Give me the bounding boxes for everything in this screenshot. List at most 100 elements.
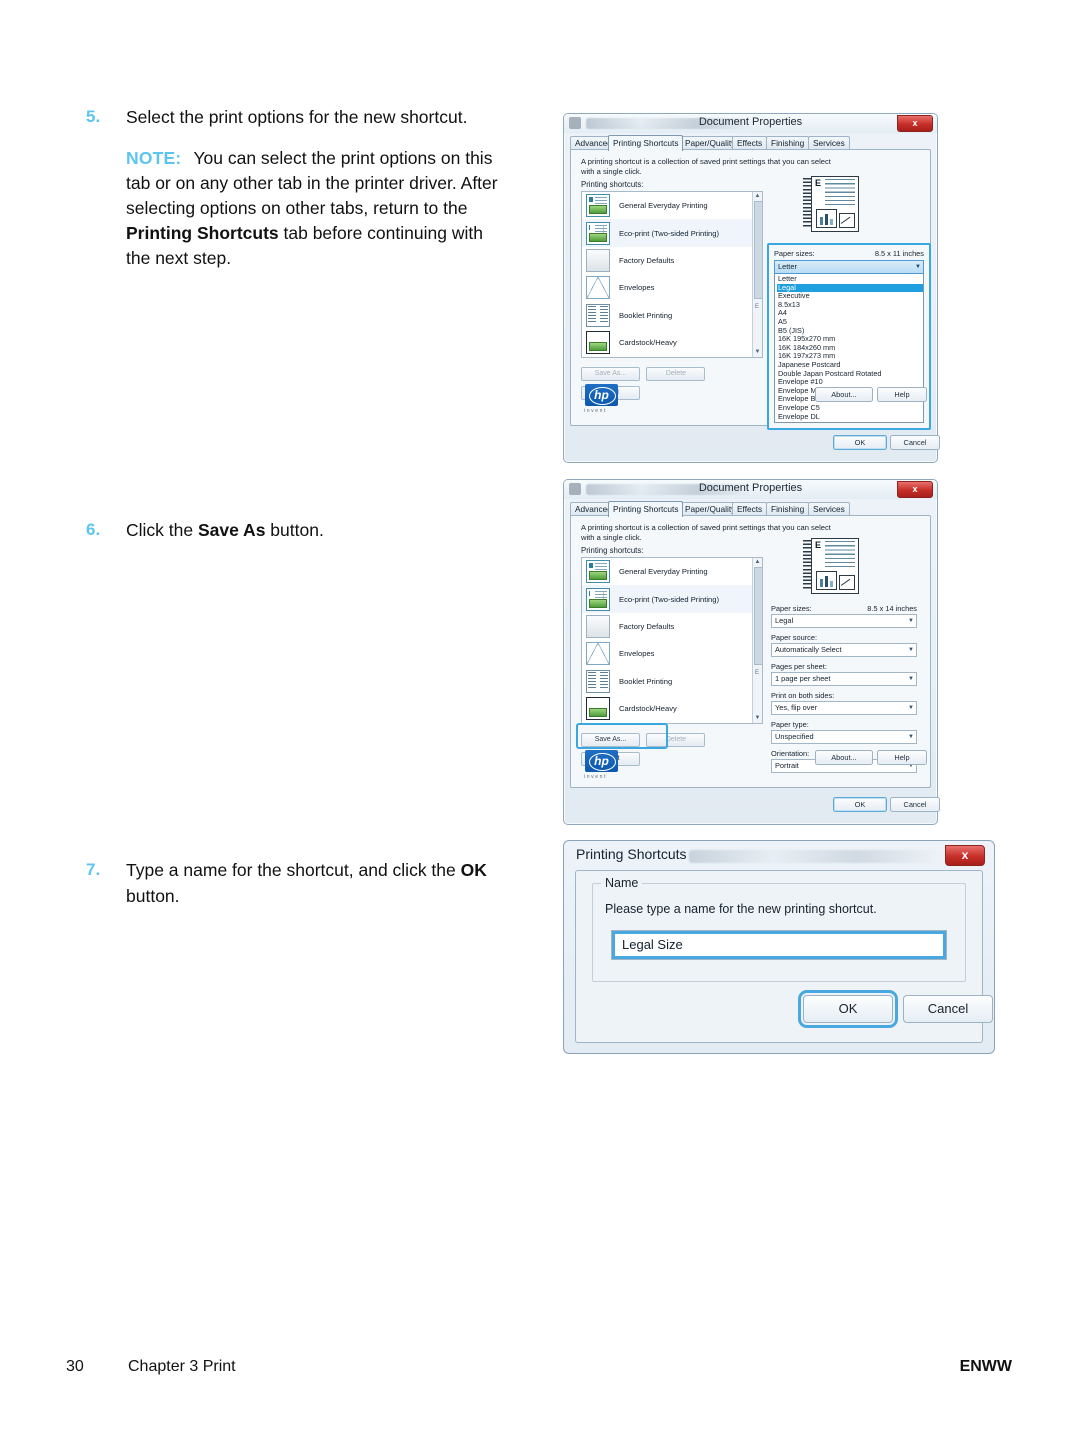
scroll-down-icon[interactable]: ▼ — [754, 715, 761, 722]
dialog1-shortcuts-list[interactable]: General Everyday Printing Eco-print (Two… — [581, 191, 763, 358]
chapter-label: Chapter 3 Print — [128, 1358, 236, 1375]
dialog2-tabstrip: Advanced Printing Shortcuts Paper/Qualit… — [570, 501, 931, 517]
scroll-down-icon[interactable]: ▼ — [754, 349, 761, 356]
step-6-text-2: button. — [265, 520, 324, 540]
close-icon[interactable]: x — [945, 845, 985, 866]
close-icon[interactable]: x — [897, 115, 933, 132]
delete-button[interactable]: Delete — [646, 367, 706, 381]
tab-effects[interactable]: Effects — [732, 502, 768, 516]
preview-letter: E — [815, 540, 822, 550]
scroll-thumb[interactable] — [754, 201, 763, 299]
chevron-down-icon[interactable]: ▼ — [908, 644, 914, 656]
tab-finishing[interactable]: Finishing — [766, 502, 810, 516]
preview-page: E — [811, 176, 859, 232]
note-label: NOTE: — [126, 148, 182, 168]
coil-binding-icon — [803, 540, 811, 590]
list-item[interactable]: General Everyday Printing — [582, 192, 762, 219]
ok-button[interactable]: OK — [833, 435, 887, 450]
document-properties-dialog-2[interactable]: Document Properties x Advanced Printing … — [563, 479, 940, 825]
dialog2-titlebar: Document Properties x — [564, 480, 937, 499]
tab-finishing[interactable]: Finishing — [766, 136, 810, 150]
paper-size-select[interactable]: Legal ▼ — [771, 614, 917, 628]
help-button[interactable]: Help — [877, 750, 927, 765]
dialog1-preview-thumbnail: E — [803, 176, 865, 232]
paper-size-label: Paper sizes: — [774, 249, 815, 258]
step-5-number: 5. — [86, 107, 101, 126]
blank-page-icon — [586, 248, 610, 272]
option-a4[interactable]: A4 — [777, 309, 923, 318]
chevron-down-icon[interactable]: ▼ — [908, 702, 914, 714]
about-button[interactable]: About... — [815, 387, 873, 402]
document-properties-dialog-1[interactable]: Document Properties x Advanced Printing … — [563, 113, 940, 463]
dialog2-panel: A printing shortcut is a collection of s… — [570, 515, 931, 788]
close-icon[interactable]: x — [897, 481, 933, 498]
page-footer: 30 Chapter 3 Print ENWW — [0, 1358, 1080, 1382]
pages-per-sheet-label: Pages per sheet: — [771, 662, 827, 671]
help-button[interactable]: Help — [877, 387, 927, 402]
dialog2-body: Advanced Printing Shortcuts Paper/Qualit… — [570, 501, 940, 818]
ok-button[interactable]: OK — [798, 990, 898, 1028]
page-number: 30 — [66, 1358, 84, 1375]
paper-type-select[interactable]: Unspecified ▼ — [771, 730, 917, 744]
dialog2-shortcuts-list[interactable]: General Everyday Printing Eco-print (Two… — [581, 557, 763, 724]
dialog1-description: A printing shortcut is a collection of s… — [581, 157, 831, 176]
document-image-icon — [586, 560, 610, 584]
about-button[interactable]: About... — [815, 750, 873, 765]
step-6-bold: Save As — [197, 520, 266, 540]
shortcut-name-input[interactable]: Legal Size — [611, 930, 947, 960]
name-groupbox: Name Please type a name for the new prin… — [592, 876, 966, 982]
list-item[interactable]: Booklet Printing — [582, 302, 762, 329]
tab-services[interactable]: Services — [808, 502, 850, 516]
list-item[interactable]: Eco-print (Two-sided Printing) — [582, 219, 762, 247]
preview-page: E — [811, 538, 859, 594]
tab-printing-shortcuts[interactable]: Printing Shortcuts — [608, 501, 684, 517]
scroll-up-icon[interactable]: ▲ — [754, 559, 761, 566]
option-letter[interactable]: Letter — [777, 274, 923, 284]
ok-button[interactable]: OK — [833, 797, 887, 812]
list-item[interactable]: Envelopes — [582, 640, 762, 667]
list-item[interactable]: General Everyday Printing — [582, 558, 762, 585]
list-item[interactable]: Factory Defaults — [582, 247, 762, 274]
cancel-button[interactable]: Cancel — [903, 995, 993, 1023]
chevron-down-icon[interactable]: ▼ — [915, 261, 921, 273]
list-item[interactable]: Factory Defaults — [582, 613, 762, 640]
paper-size-combo[interactable]: Letter ▼ — [774, 260, 924, 274]
preview-pen-icon — [839, 575, 855, 590]
list-item[interactable]: Cardstock/Heavy — [582, 329, 762, 356]
chevron-down-icon[interactable]: ▼ — [908, 673, 914, 685]
list-item[interactable]: Eco-print (Two-sided Printing) — [582, 585, 762, 613]
list-scrollbar[interactable]: ▲ E ▼ — [752, 192, 763, 357]
chevron-down-icon[interactable]: ▼ — [908, 615, 914, 627]
save-as-highlight — [576, 723, 668, 749]
list-item[interactable]: Envelopes — [582, 274, 762, 301]
preview-letter: E — [815, 178, 822, 188]
list-item[interactable]: Cardstock/Heavy — [582, 695, 762, 722]
option-envelope-dl[interactable]: Envelope DL — [777, 412, 923, 422]
tab-services[interactable]: Services — [808, 136, 850, 150]
save-as-button[interactable]: Save As... — [581, 367, 640, 381]
two-sided-document-icon — [586, 221, 610, 245]
option-8-5x13[interactable]: 8.5x13 — [777, 300, 923, 310]
step-7: 7. Type a name for the shortcut, and cli… — [86, 857, 506, 909]
tab-effects[interactable]: Effects — [732, 136, 768, 150]
paper-size-readout: 8.5 x 14 inches — [867, 604, 917, 613]
paper-source-label: Paper source: — [771, 633, 818, 642]
paper-source-select[interactable]: Automatically Select ▼ — [771, 643, 917, 657]
cancel-button[interactable]: Cancel — [890, 435, 940, 450]
preview-text-lines — [825, 541, 855, 567]
step-5-text: Select the print options for the new sho… — [126, 107, 468, 127]
cardstock-icon — [586, 697, 610, 721]
note-bold: Printing Shortcuts — [126, 223, 279, 243]
scroll-up-icon[interactable]: ▲ — [754, 193, 761, 200]
scroll-thumb[interactable] — [754, 567, 763, 665]
list-item[interactable]: Booklet Printing — [582, 668, 762, 695]
cancel-button[interactable]: Cancel — [890, 797, 940, 812]
tab-printing-shortcuts[interactable]: Printing Shortcuts — [608, 135, 684, 151]
paper-size-selected: Letter — [778, 262, 797, 271]
paper-size-dropdown-open[interactable]: Paper sizes: 8.5 x 11 inches Letter ▼ Le… — [767, 243, 931, 431]
print-both-sides-select[interactable]: Yes, flip over ▼ — [771, 701, 917, 715]
printing-shortcuts-name-dialog[interactable]: Printing Shortcuts x Name Please type a … — [563, 840, 995, 1054]
pages-per-sheet-select[interactable]: 1 page per sheet ▼ — [771, 672, 917, 686]
chevron-down-icon[interactable]: ▼ — [908, 731, 914, 743]
list-scrollbar[interactable]: ▲ E ▼ — [752, 558, 763, 723]
